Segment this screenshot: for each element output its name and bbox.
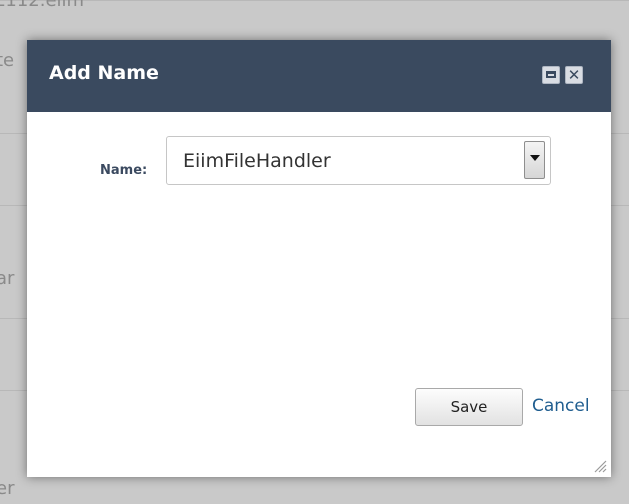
name-select-value: EiimFileHandler bbox=[183, 150, 331, 172]
background-text: er bbox=[0, 478, 15, 499]
maximize-button[interactable] bbox=[542, 66, 560, 84]
cancel-link[interactable]: Cancel bbox=[532, 396, 590, 416]
background-text: ar bbox=[0, 268, 15, 289]
dialog-titlebar[interactable]: Add Name ✕ bbox=[27, 40, 611, 112]
close-button[interactable]: ✕ bbox=[565, 66, 583, 84]
chevron-down-icon bbox=[530, 155, 540, 161]
dialog-title: Add Name bbox=[49, 62, 159, 84]
add-name-dialog: Add Name ✕ Name: EiimFileHandler Save Ca… bbox=[27, 40, 611, 477]
background-text: E112.eiim bbox=[0, 0, 85, 11]
name-label: Name: bbox=[100, 163, 148, 178]
save-button[interactable]: Save bbox=[415, 388, 523, 426]
close-icon: ✕ bbox=[567, 66, 581, 84]
name-select[interactable]: EiimFileHandler bbox=[166, 136, 551, 185]
dropdown-button[interactable] bbox=[524, 141, 545, 179]
maximize-icon bbox=[546, 71, 556, 78]
resize-grip-icon[interactable] bbox=[593, 459, 607, 473]
background-row bbox=[0, 0, 629, 1]
background-text: te bbox=[0, 50, 15, 71]
